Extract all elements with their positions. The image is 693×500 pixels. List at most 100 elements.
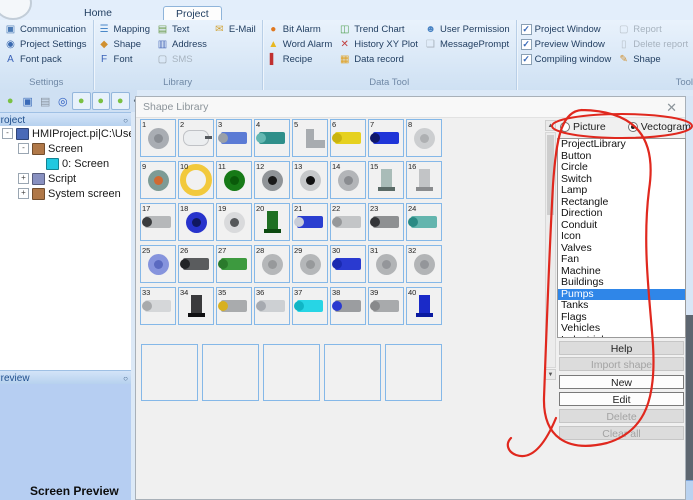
ribbon-item-project-window[interactable]: ✓Project Window	[519, 22, 614, 37]
scroll-up-icon[interactable]: ▲	[545, 120, 556, 131]
category-item-circle[interactable]: Circle	[558, 162, 685, 174]
tab-project[interactable]: Project	[163, 6, 222, 21]
shape-cell-21[interactable]: 21	[292, 203, 328, 241]
shape-cell-22[interactable]: 22	[330, 203, 366, 241]
monitor-icon[interactable]: ▣	[20, 93, 37, 109]
shape-cell-39[interactable]: 39	[368, 287, 404, 325]
shape-cell-32[interactable]: 32	[406, 245, 442, 283]
shape-cell-7[interactable]: 7	[368, 119, 404, 157]
dialog-title-bar[interactable]: Shape Library ✕	[136, 97, 685, 118]
shape-cell-9[interactable]: 9	[140, 161, 176, 199]
ribbon-item-compiling-window[interactable]: ✓Compiling window	[519, 52, 614, 67]
ribbon-item-address[interactable]: ▥Address	[154, 37, 209, 52]
shape-cell-20[interactable]: 20	[254, 203, 290, 241]
tree-item-hmiproject-pi-c-users-joshuafa[interactable]: -HMIProject.pi|C:\Users\joshuafan\D	[0, 126, 131, 141]
shape-cell-19[interactable]: 19	[216, 203, 252, 241]
shape-cell-28[interactable]: 28	[254, 245, 290, 283]
shape-cell-35[interactable]: 35	[216, 287, 252, 325]
tree-item-0-screen[interactable]: 0: Screen	[0, 156, 131, 171]
ribbon-item-history-xy-plot[interactable]: ✕History XY Plot	[336, 37, 420, 52]
shape-cell-24[interactable]: 24	[406, 203, 442, 241]
category-item-icon[interactable]: Icon	[558, 231, 685, 243]
shape-cell-1[interactable]: 1	[140, 119, 176, 157]
empty-shape-slot[interactable]	[202, 344, 259, 401]
tree-expand-icon[interactable]: -	[2, 128, 13, 139]
ribbon-item-font[interactable]: FFont	[96, 52, 152, 67]
shape-cell-10[interactable]: 10	[178, 161, 214, 199]
preview-window-checkbox[interactable]: ✓	[521, 39, 532, 50]
device-icon[interactable]: ▤	[37, 93, 54, 109]
ribbon-item-shape[interactable]: ◆Shape	[96, 37, 152, 52]
ribbon-item-user-permission[interactable]: ☻User Permission	[422, 22, 512, 37]
help-button[interactable]: Help	[559, 341, 684, 355]
category-item-direction[interactable]: Direction	[558, 208, 685, 220]
category-item-fan[interactable]: Fan	[558, 254, 685, 266]
ribbon-item-font-pack[interactable]: AFont pack	[2, 52, 89, 67]
scroll-down-icon[interactable]: ▼	[545, 369, 556, 380]
shape-cell-37[interactable]: 37	[292, 287, 328, 325]
radio-circle-icon[interactable]	[628, 122, 638, 132]
shape-cell-17[interactable]: 17	[140, 203, 176, 241]
ribbon-item-trend-chart[interactable]: ◫Trend Chart	[336, 22, 420, 37]
gear-icon[interactable]: ◎	[55, 93, 72, 109]
ribbon-item-recipe[interactable]: ▌Recipe	[265, 52, 334, 67]
category-item-lamp[interactable]: Lamp	[558, 185, 685, 197]
shape-cell-25[interactable]: 25	[140, 245, 176, 283]
empty-shape-slot[interactable]	[263, 344, 320, 401]
edit-button[interactable]: Edit	[559, 392, 684, 406]
shape-cell-11[interactable]: 11	[216, 161, 252, 199]
scrollbar-thumb[interactable]	[547, 135, 554, 215]
radio-picture[interactable]: Picture	[560, 121, 606, 133]
project-window-checkbox[interactable]: ✓	[521, 24, 532, 35]
empty-shape-slot[interactable]	[141, 344, 198, 401]
shape-cell-34[interactable]: 34	[178, 287, 214, 325]
app-orb-button[interactable]	[0, 0, 32, 20]
shape-cell-15[interactable]: 15	[368, 161, 404, 199]
shape-cell-4[interactable]: 4	[254, 119, 290, 157]
close-icon[interactable]: ✕	[666, 101, 677, 114]
green-dot-3-icon[interactable]: ●	[111, 92, 130, 110]
compiling-window-checkbox[interactable]: ✓	[521, 54, 532, 65]
shape-cell-29[interactable]: 29	[292, 245, 328, 283]
shape-cell-31[interactable]: 31	[368, 245, 404, 283]
ribbon-item-text[interactable]: ▤Text	[154, 22, 209, 37]
tree-expand-icon[interactable]: -	[18, 143, 29, 154]
green-dot-2-icon[interactable]: ●	[92, 92, 111, 110]
shape-cell-8[interactable]: 8	[406, 119, 442, 157]
shape-cell-33[interactable]: 33	[140, 287, 176, 325]
shape-cell-14[interactable]: 14	[330, 161, 366, 199]
pin-icon[interactable]: ○	[123, 116, 128, 125]
empty-shape-slot[interactable]	[324, 344, 381, 401]
ribbon-item-communication[interactable]: ▣Communication	[2, 22, 89, 37]
category-item-tanks[interactable]: Tanks	[558, 300, 685, 312]
category-item-industrial[interactable]: Industrial	[558, 335, 685, 339]
shape-cell-13[interactable]: 13	[292, 161, 328, 199]
shape-cell-23[interactable]: 23	[368, 203, 404, 241]
ribbon-item-shape[interactable]: ✎Shape	[615, 52, 690, 67]
shape-cell-5[interactable]: 5	[292, 119, 328, 157]
tree-expand-icon[interactable]: +	[18, 188, 29, 199]
empty-shape-slot[interactable]	[385, 344, 442, 401]
tree-item-script[interactable]: +Script	[0, 171, 131, 186]
shape-cell-36[interactable]: 36	[254, 287, 290, 325]
category-item-projectlibrary[interactable]: ProjectLibrary	[558, 139, 685, 151]
project-panel-header[interactable]: Project ○	[0, 112, 131, 127]
ribbon-item-mapping[interactable]: ☰Mapping	[96, 22, 152, 37]
ribbon-item-project-settings[interactable]: ◉Project Settings	[2, 37, 89, 52]
ribbon-item-bit-alarm[interactable]: ●Bit Alarm	[265, 22, 334, 37]
new-button[interactable]: New	[559, 375, 684, 389]
ribbon-item-sms[interactable]: ▢SMS	[154, 52, 209, 67]
shape-cell-3[interactable]: 3	[216, 119, 252, 157]
shape-cell-2[interactable]: 2	[178, 119, 214, 157]
shape-cell-27[interactable]: 27	[216, 245, 252, 283]
tree-item-screen[interactable]: -Screen	[0, 141, 131, 156]
ribbon-item-messageprompt[interactable]: ❑MessagePrompt	[422, 37, 512, 52]
ribbon-item-e-mail[interactable]: ✉E-Mail	[211, 22, 258, 37]
category-item-buildings[interactable]: Buildings	[558, 277, 685, 289]
shape-cell-18[interactable]: 18	[178, 203, 214, 241]
shape-cell-38[interactable]: 38	[330, 287, 366, 325]
tree-expand-icon[interactable]: +	[18, 173, 29, 184]
scrollbar-track[interactable]	[545, 132, 556, 368]
radio-circle-icon[interactable]	[560, 122, 570, 132]
shape-cell-16[interactable]: 16	[406, 161, 442, 199]
